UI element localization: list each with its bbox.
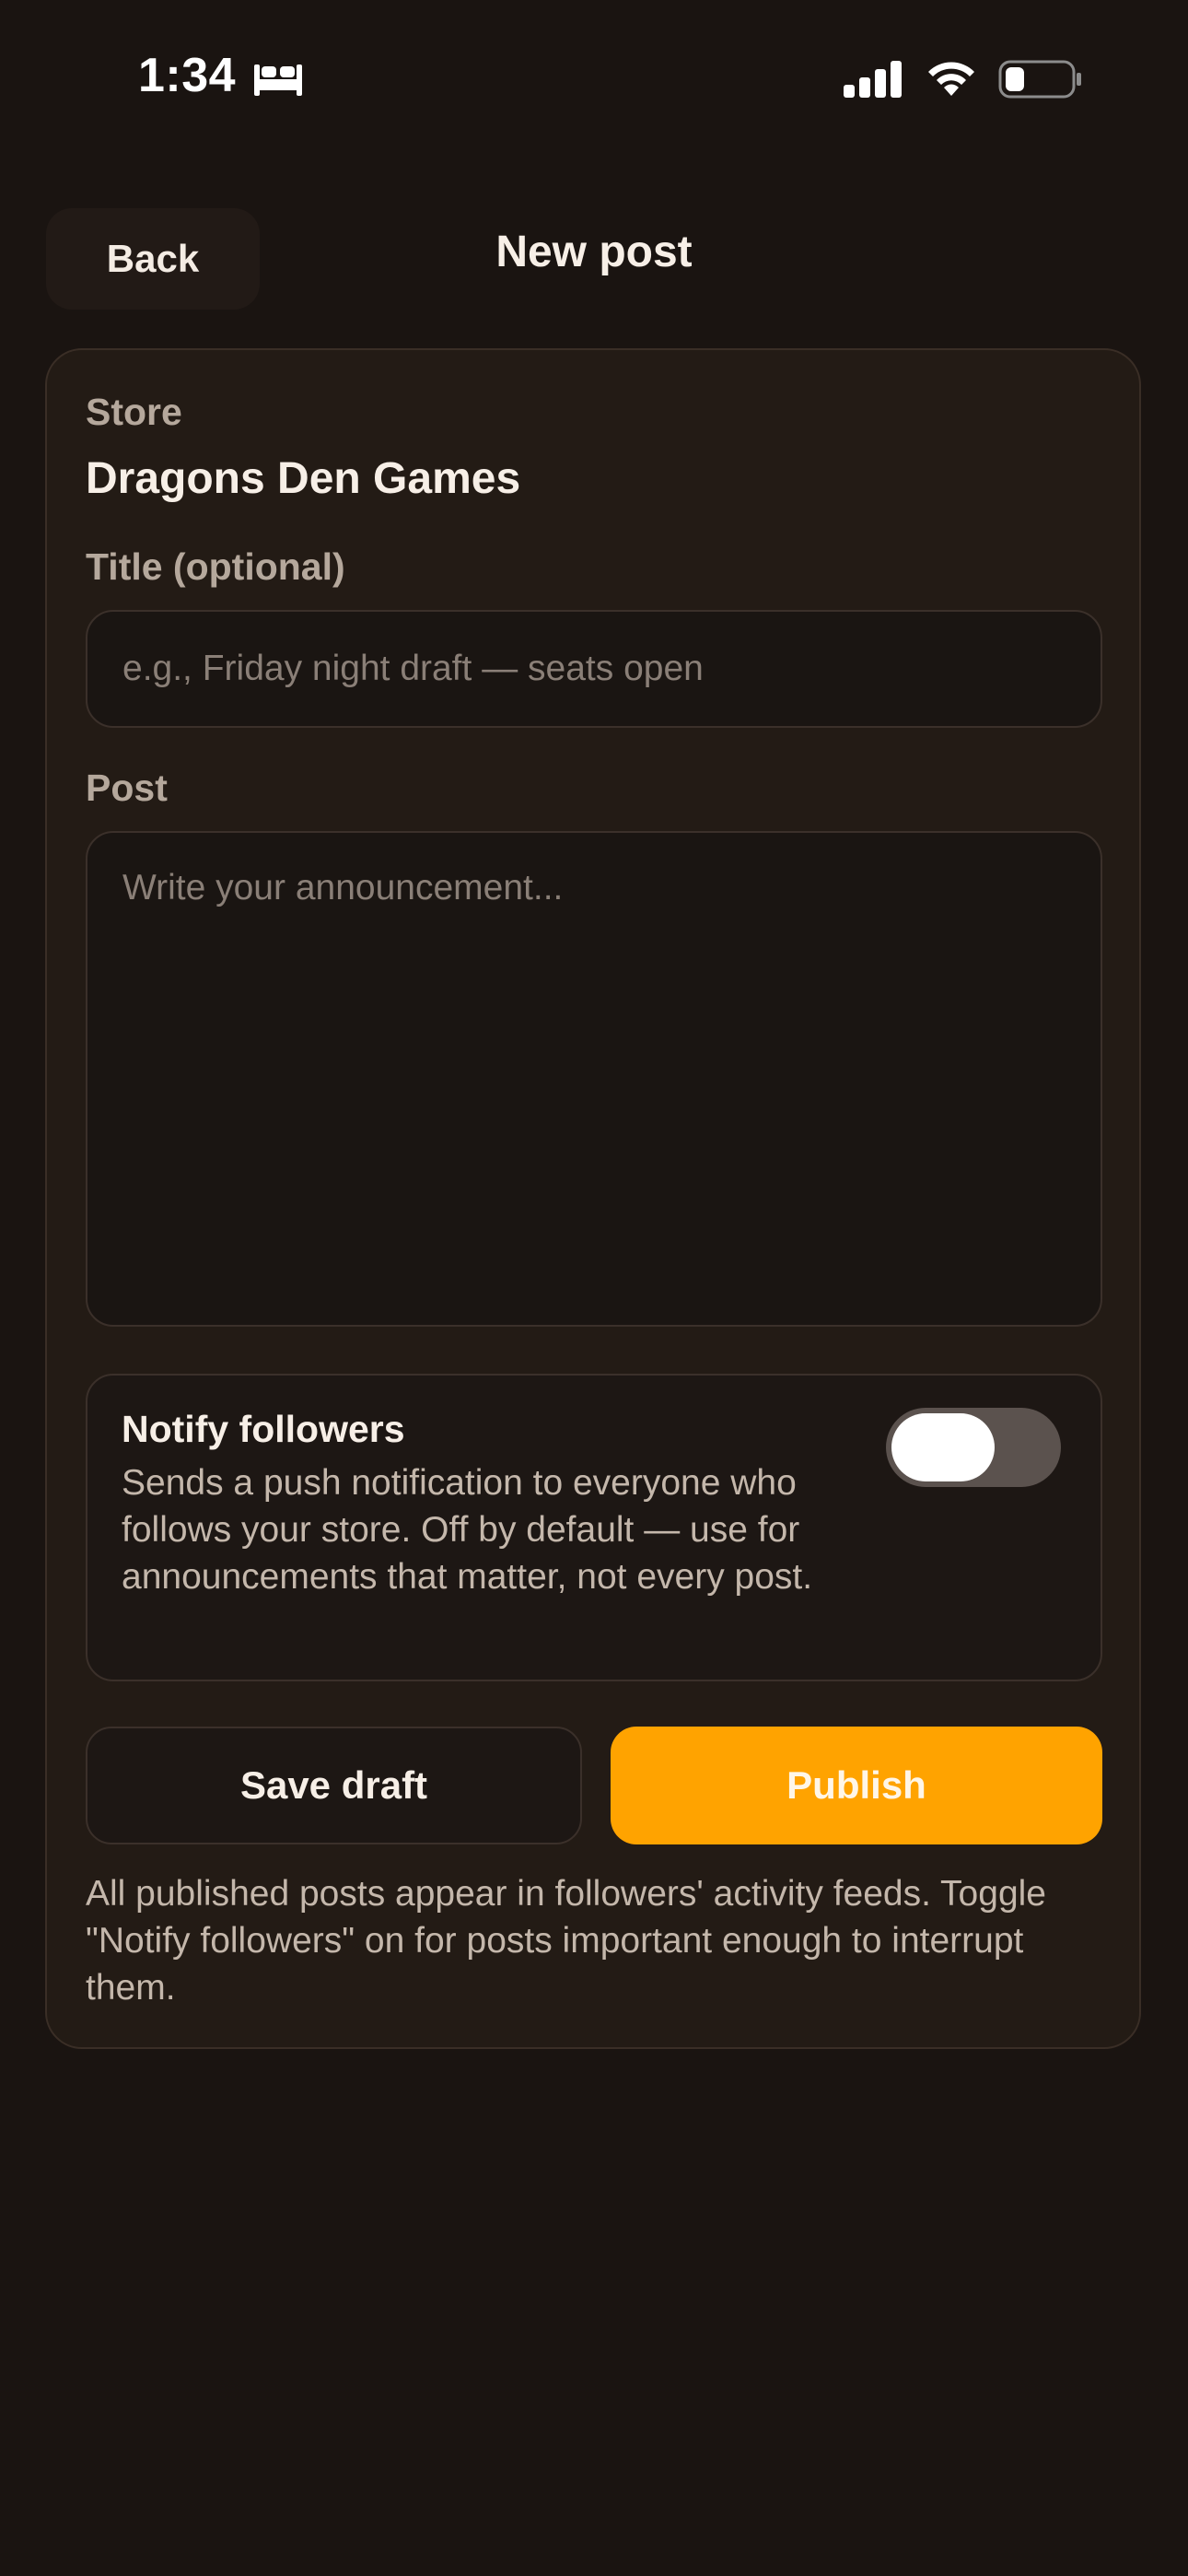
cellular-signal-icon: [844, 61, 902, 98]
post-label: Post: [86, 767, 168, 809]
save-draft-button[interactable]: Save draft: [86, 1727, 582, 1844]
publish-button[interactable]: Publish: [611, 1727, 1102, 1844]
notify-followers-title: Notify followers: [122, 1408, 405, 1450]
store-name: Dragons Den Games: [86, 454, 521, 503]
battery-icon: [998, 60, 1081, 99]
store-label: Store: [86, 391, 182, 433]
post-textarea[interactable]: [86, 831, 1102, 1327]
notify-followers-toggle[interactable]: [886, 1408, 1061, 1487]
title-label: Title (optional): [86, 545, 345, 588]
notify-followers-description: Sends a push notification to everyone wh…: [122, 1463, 813, 1597]
status-bar: 1:34: [0, 0, 1188, 161]
bed-icon: [254, 64, 302, 96]
title-input[interactable]: [86, 610, 1102, 728]
publish-footnote: All published posts appear in followers'…: [86, 1874, 1046, 2008]
page-title: New post: [495, 228, 693, 276]
wifi-icon: [928, 62, 974, 96]
toggle-knob: [891, 1413, 995, 1481]
status-time: 1:34: [138, 49, 237, 102]
